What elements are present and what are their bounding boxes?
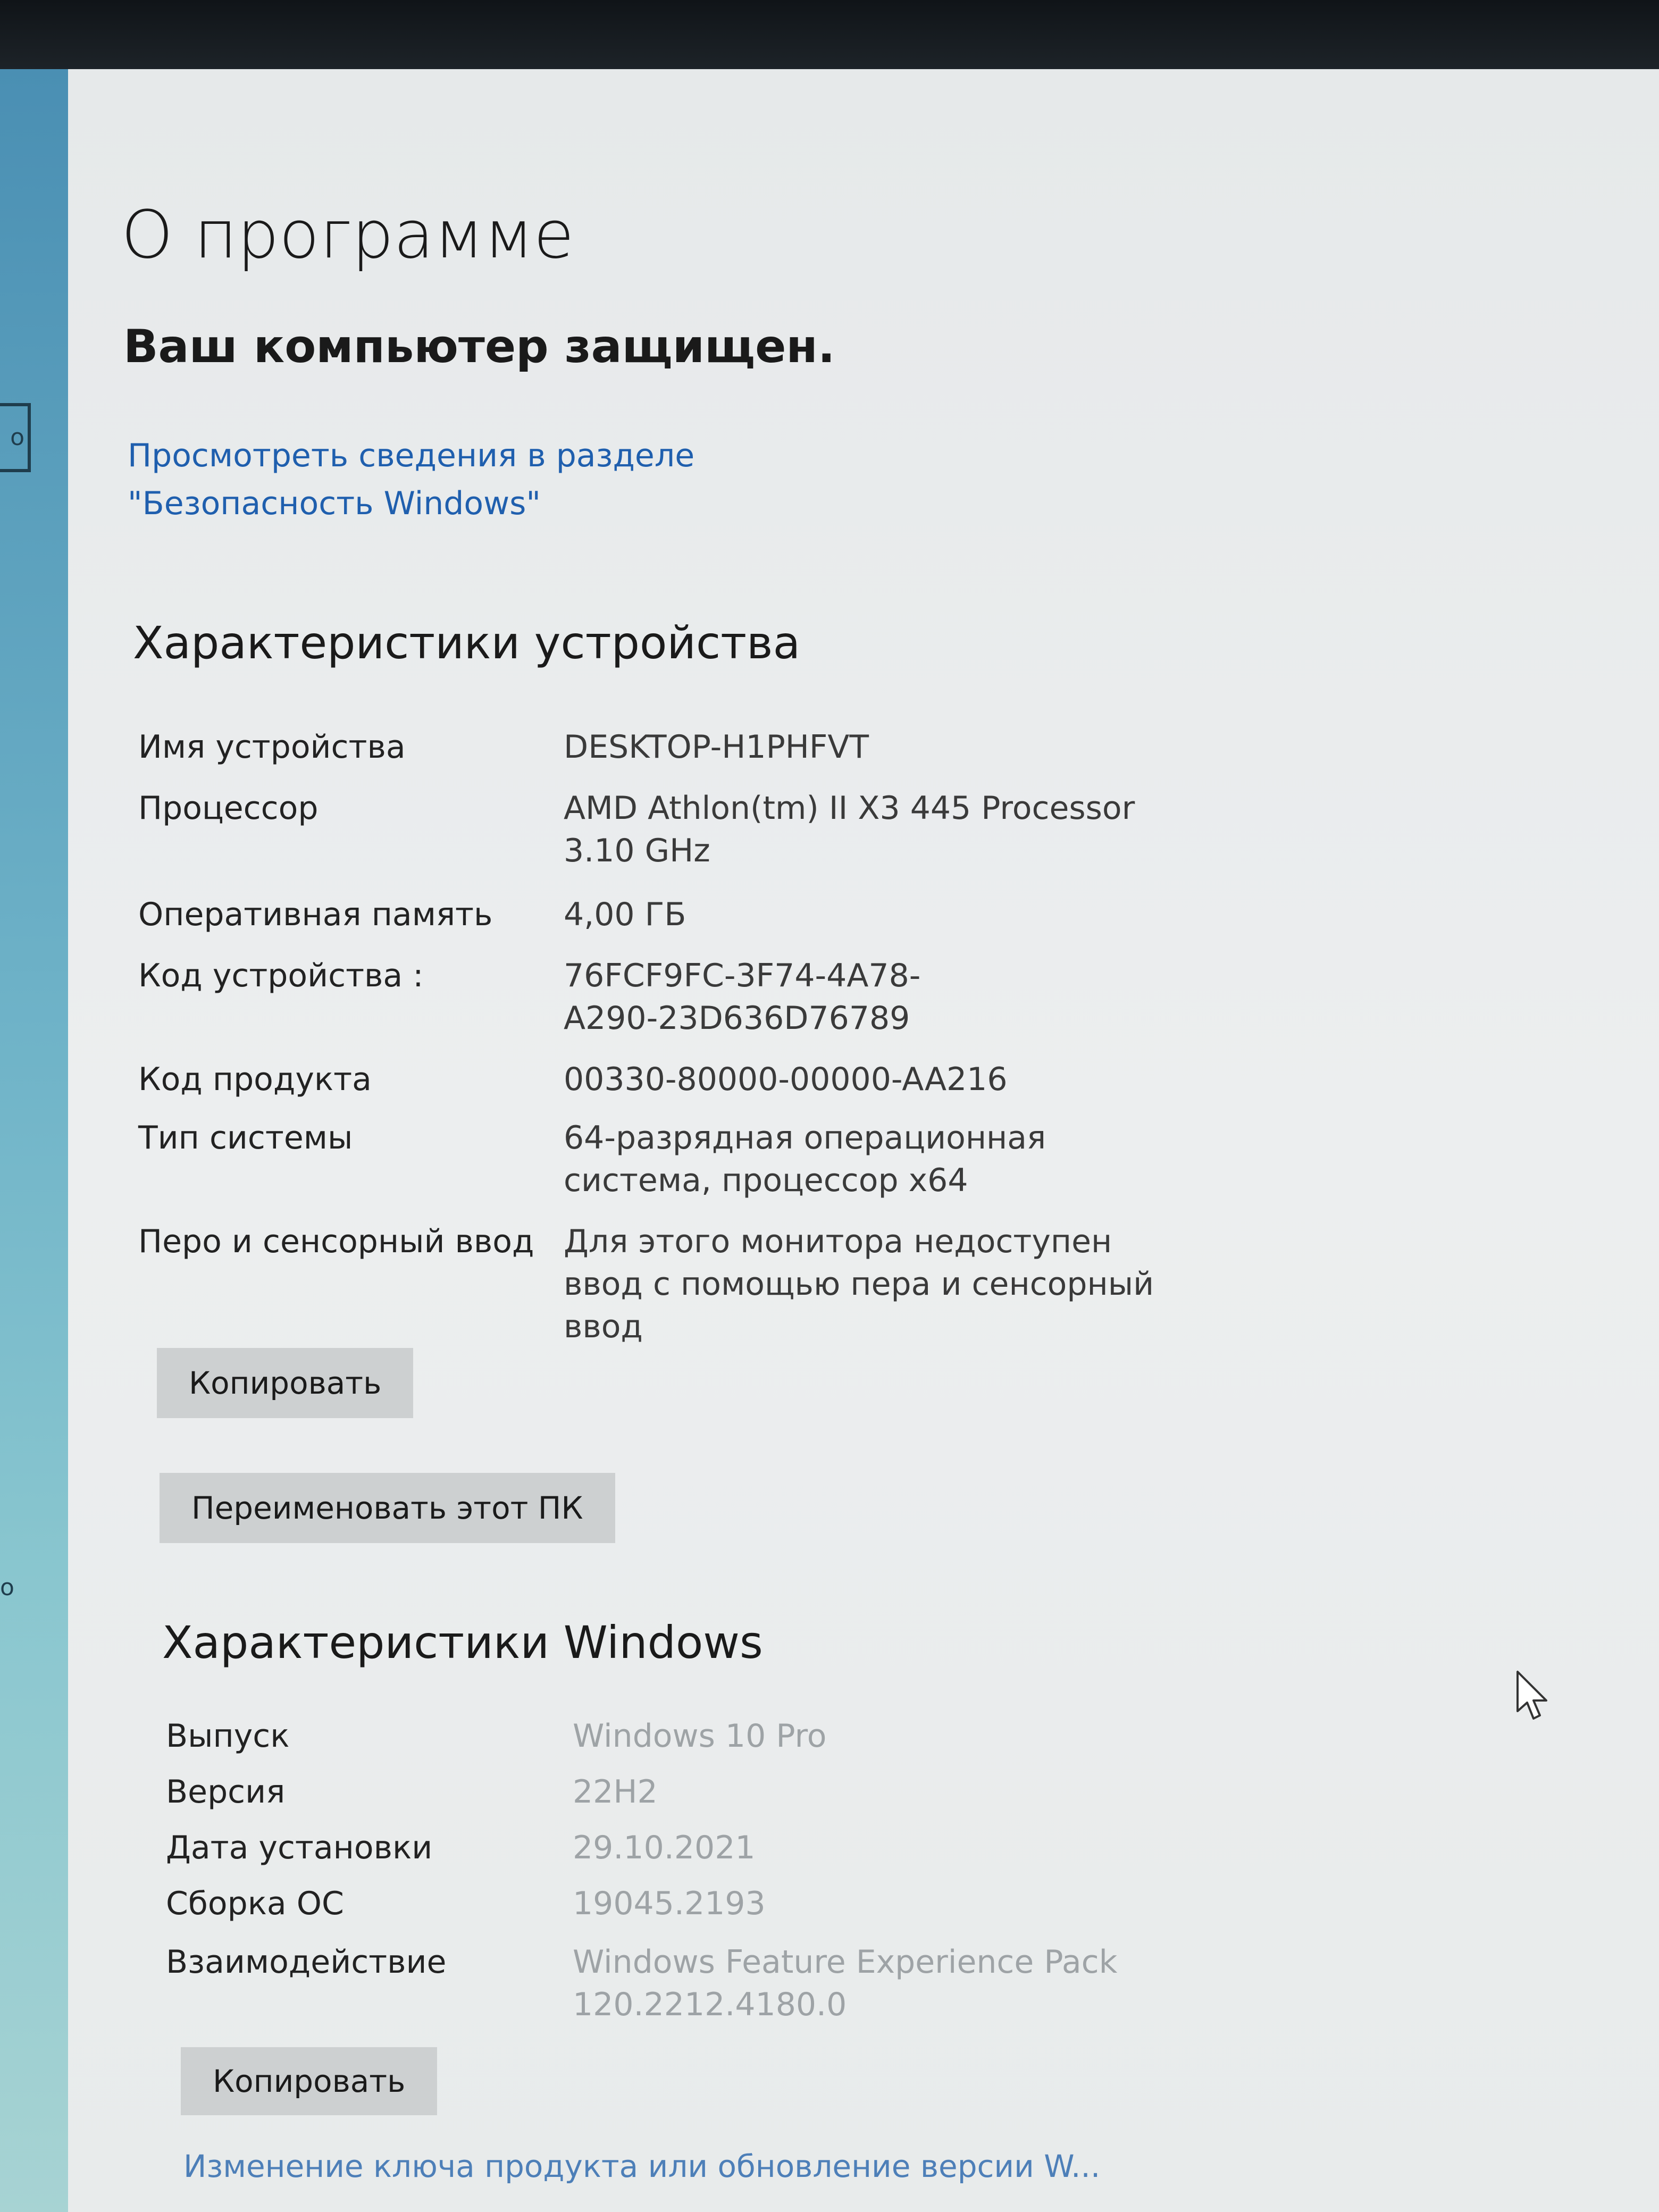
spec-label: Код устройства : (138, 957, 424, 994)
sidebar-selected-item[interactable]: о (0, 403, 31, 472)
protection-status: Ваш компьютер защищен. (123, 320, 835, 373)
spec-row-processor: Процессор AMD Athlon(tm) II X3 445 Proce… (138, 787, 1308, 893)
spec-label: Оперативная память (138, 896, 493, 933)
spec-row-install-date: Дата установки 29.10.2021 (166, 1826, 1336, 1882)
windows-specs-table: Выпуск Windows 10 Pro Версия 22H2 Дата у… (166, 1715, 1336, 2042)
spec-row-pen-touch: Перо и сенсорный ввод Для этого монитора… (138, 1220, 1308, 1345)
spec-value: DESKTOP-H1PHFVT (564, 728, 869, 766)
spec-row-version: Версия 22H2 (166, 1771, 1336, 1826)
rename-pc-button[interactable]: Переименовать этот ПК (160, 1473, 615, 1543)
spec-label: Процессор (138, 790, 319, 827)
sidebar-item-glyph: о (10, 424, 24, 451)
page-title: О программе (121, 197, 574, 273)
spec-label: Взаимодействие (166, 1943, 447, 1981)
spec-label: Имя устройства (138, 728, 406, 766)
spec-row-system-type: Тип системы 64-разрядная операционная си… (138, 1117, 1308, 1220)
spec-value: 64-разрядная операционная система, проце… (564, 1119, 1046, 1199)
spec-value: Windows 10 Pro (573, 1717, 827, 1755)
settings-sidebar: о о (0, 69, 68, 2212)
spec-row-experience: Взаимодействие Windows Feature Experienc… (166, 1941, 1336, 2042)
spec-value: 00330-80000-00000-AA216 (564, 1061, 1008, 1098)
spec-row-os-build: Сборка ОС 19045.2193 (166, 1882, 1336, 1941)
spec-row-device-name: Имя устройства DESKTOP-H1PHFVT (138, 726, 1308, 787)
spec-label: Сборка ОС (166, 1885, 344, 1922)
spec-label: Выпуск (166, 1717, 290, 1755)
spec-value: 19045.2193 (573, 1885, 766, 1922)
copy-device-specs-button[interactable]: Копировать (157, 1348, 414, 1418)
spec-value: Для этого монитора недоступен ввод с пом… (564, 1223, 1154, 1345)
spec-value: 76FCF9FC-3F74-4A78-A290-23D636D76789 (564, 957, 921, 1037)
screen: о о О программе Ваш компьютер защищен. П… (0, 0, 1659, 2212)
monitor-bezel (0, 0, 1659, 69)
copy-windows-specs-button[interactable]: Копировать (181, 2047, 438, 2115)
spec-value: 4,00 ГБ (564, 896, 686, 933)
mouse-cursor-icon (1516, 1671, 1547, 1720)
spec-label: Тип системы (138, 1119, 353, 1157)
sidebar-item-partial[interactable]: о (0, 1574, 14, 1601)
spec-value: AMD Athlon(tm) II X3 445 Processor 3.10 … (564, 790, 1135, 869)
spec-row-device-id: Код устройства : 76FCF9FC-3F74-4A78-A290… (138, 954, 1308, 1058)
spec-value: 22H2 (573, 1773, 658, 1811)
device-specs-title: Характеристики устройства (133, 617, 801, 669)
spec-row-ram: Оперативная память 4,00 ГБ (138, 893, 1308, 954)
spec-label: Перо и сенсорный ввод (138, 1223, 534, 1260)
spec-value: Windows Feature Experience Pack 120.2212… (573, 1943, 1118, 2023)
spec-label: Код продукта (138, 1061, 372, 1098)
change-product-key-link[interactable]: Изменение ключа продукта или обновление … (183, 2148, 1100, 2184)
spec-label: Дата установки (166, 1829, 433, 1866)
spec-value: 29.10.2021 (573, 1829, 756, 1866)
spec-label: Версия (166, 1773, 286, 1811)
device-specs-table: Имя устройства DESKTOP-H1PHFVT Процессор… (138, 726, 1308, 1345)
spec-row-edition: Выпуск Windows 10 Pro (166, 1715, 1336, 1771)
spec-row-product-id: Код продукта 00330-80000-00000-AA216 (138, 1058, 1308, 1117)
windows-security-link[interactable]: Просмотреть сведения в разделе "Безопасн… (128, 432, 925, 527)
windows-specs-title: Характеристики Windows (162, 1616, 763, 1669)
